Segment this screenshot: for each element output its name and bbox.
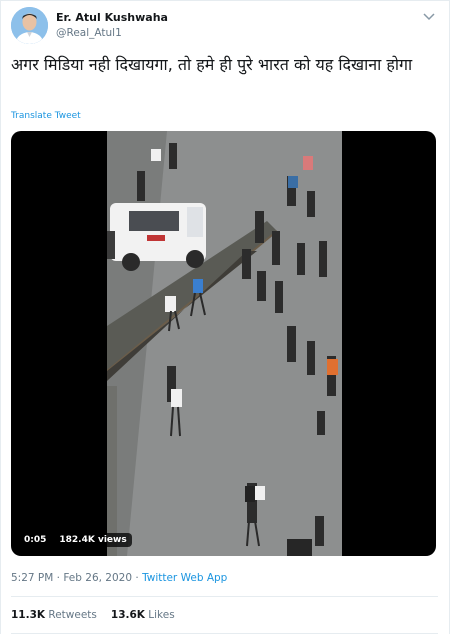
- top-border: [0, 0, 450, 1]
- video-still: [107, 131, 342, 556]
- translate-tweet-link[interactable]: Translate Tweet: [11, 111, 81, 121]
- meta-separator: ·: [56, 572, 60, 584]
- video-views: 182.4K views: [54, 533, 132, 547]
- video-frame: [107, 131, 342, 556]
- tweet-date[interactable]: Feb 26, 2020: [63, 572, 132, 584]
- tweet-time[interactable]: 5:27 PM: [11, 572, 53, 584]
- avatar[interactable]: [11, 7, 48, 44]
- author-handle[interactable]: @Real_Atul1: [56, 27, 122, 39]
- likes-count: 13.6K: [110, 609, 145, 621]
- chevron-down-icon[interactable]: [422, 12, 436, 22]
- video-player[interactable]: 0:05 182.4K views: [11, 131, 436, 556]
- video-badge: 0:05 182.4K views: [19, 533, 132, 547]
- likes-stat[interactable]: 13.6K Likes: [111, 609, 175, 621]
- retweets-label: Retweets: [48, 609, 97, 621]
- avatar-image: [11, 7, 48, 44]
- likes-label: Likes: [148, 609, 175, 621]
- tweet-stats: 11.3K Retweets 13.6K Likes: [11, 609, 175, 621]
- divider: [11, 596, 438, 597]
- tweet-source-app[interactable]: Twitter Web App: [142, 572, 227, 584]
- left-border: [0, 0, 1, 634]
- meta-separator-2: ·: [135, 572, 139, 584]
- retweets-stat[interactable]: 11.3K Retweets: [11, 609, 97, 621]
- tweet-card: Er. Atul Kushwaha @Real_Atul1 अगर मिडिया…: [0, 0, 450, 634]
- author-name[interactable]: Er. Atul Kushwaha: [56, 11, 168, 24]
- video-time: 0:05: [19, 533, 52, 547]
- tweet-text: अगर मिडिया नही दिखायगा, तो हमे ही पुरे भ…: [11, 55, 413, 74]
- retweets-count: 11.3K: [11, 609, 46, 621]
- tweet-meta: 5:27 PM · Feb 26, 2020 · Twitter Web App: [11, 572, 227, 584]
- police-suv: [107, 203, 206, 271]
